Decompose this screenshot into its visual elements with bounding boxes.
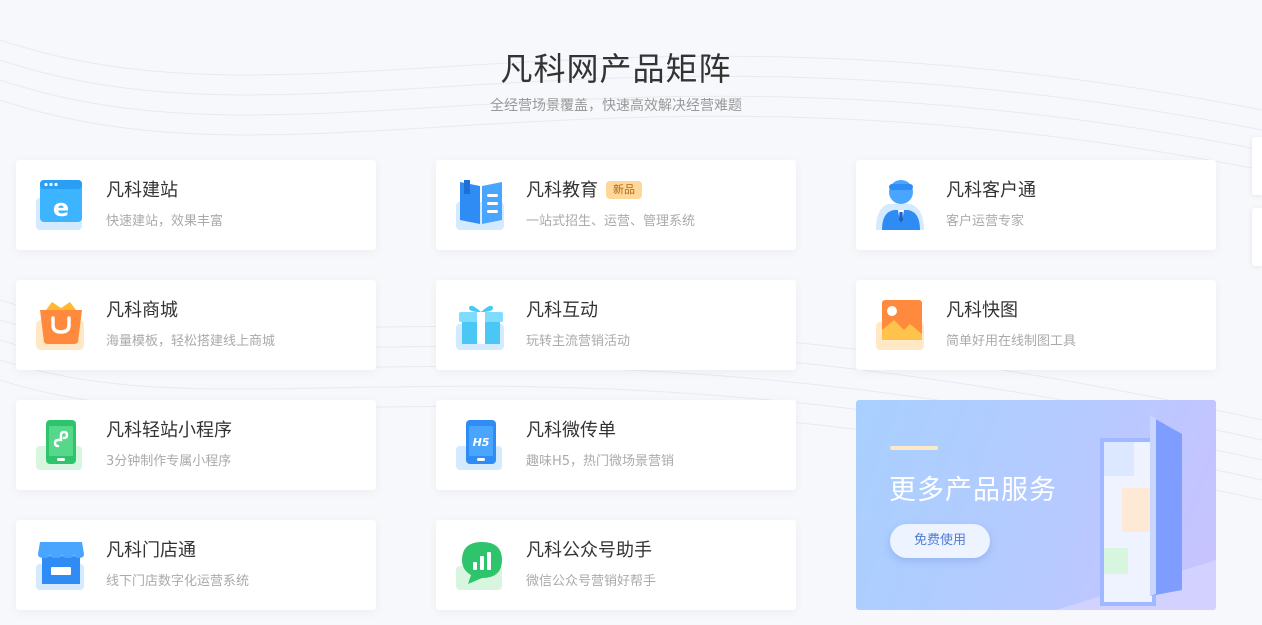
education-book-icon <box>456 180 504 230</box>
product-card-store[interactable]: 凡科门店通 线下门店数字化运营系统 <box>16 520 376 610</box>
image-picture-icon <box>876 300 924 350</box>
product-name: 凡科微传单 <box>526 420 616 441</box>
product-card-quickimage[interactable]: 凡科快图 简单好用在线制图工具 <box>856 280 1216 370</box>
product-name: 凡科商城 <box>106 300 178 321</box>
more-products-promo[interactable]: 更多产品服务 免费使用 <box>856 400 1216 610</box>
store-front-icon <box>36 542 84 590</box>
svg-text:H5: H5 <box>473 436 490 449</box>
product-desc: 快速建站，效果丰富 <box>106 214 224 229</box>
product-card-website[interactable]: e 凡科建站 快速建站，效果丰富 <box>16 160 376 250</box>
svg-text:e: e <box>53 194 69 222</box>
free-trial-button[interactable]: 免费使用 <box>890 524 990 558</box>
product-desc: 客户运营专家 <box>946 214 1025 229</box>
product-name: 凡科快图 <box>946 300 1018 321</box>
product-desc: 3分钟制作专属小程序 <box>106 454 232 469</box>
product-desc: 玩转主流营销活动 <box>526 334 631 349</box>
promo-accent-bar <box>890 446 938 450</box>
product-name: 凡科客户通 <box>946 180 1036 201</box>
product-desc: 微信公众号营销好帮手 <box>526 574 657 589</box>
product-name: 凡科互动 <box>526 300 598 321</box>
product-card-miniprogram[interactable]: 凡科轻站小程序 3分钟制作专属小程序 <box>16 400 376 490</box>
promo-title: 更多产品服务 <box>889 475 1057 506</box>
product-desc: 简单好用在线制图工具 <box>946 334 1077 349</box>
side-float-tab[interactable] <box>1252 137 1262 195</box>
section-subtitle: 全经营场景覆盖，快速高效解决经营难题 <box>490 98 742 114</box>
open-door-illustration <box>1056 416 1216 610</box>
product-card-education[interactable]: 凡科教育 新品 一站式招生、运营、管理系统 <box>436 160 796 250</box>
product-card-official-account[interactable]: 凡科公众号助手 微信公众号营销好帮手 <box>436 520 796 610</box>
shopping-bag-icon <box>36 302 84 350</box>
product-name: 凡科公众号助手 <box>526 540 652 561</box>
product-card-mall[interactable]: 凡科商城 海量模板，轻松搭建线上商城 <box>16 280 376 370</box>
gift-box-icon <box>456 305 504 350</box>
product-desc: 趣味H5，热门微场景营销 <box>526 454 675 469</box>
h5-phone-icon: H5 <box>456 420 502 470</box>
product-name: 凡科教育 新品 <box>526 180 642 202</box>
product-name: 凡科建站 <box>106 180 178 201</box>
section-title: 凡科网产品矩阵 <box>500 50 732 88</box>
new-badge: 新品 <box>606 181 642 199</box>
product-card-customer[interactable]: 凡科客户通 客户运营专家 <box>856 160 1216 250</box>
product-card-h5flyer[interactable]: H5 凡科微传单 趣味H5，热门微场景营销 <box>436 400 796 490</box>
chat-bubble-chart-icon <box>456 542 502 590</box>
side-float-tab[interactable] <box>1252 208 1262 266</box>
product-card-interactive[interactable]: 凡科互动 玩转主流营销活动 <box>436 280 796 370</box>
product-name: 凡科轻站小程序 <box>106 420 232 441</box>
product-name: 凡科门店通 <box>106 540 196 561</box>
customer-person-icon <box>876 180 924 230</box>
mini-program-phone-icon <box>36 420 82 470</box>
product-desc: 一站式招生、运营、管理系统 <box>526 214 696 229</box>
product-desc: 线下门店数字化运营系统 <box>106 574 250 589</box>
product-desc: 海量模板，轻松搭建线上商城 <box>106 334 276 349</box>
website-browser-icon: e <box>36 180 82 230</box>
